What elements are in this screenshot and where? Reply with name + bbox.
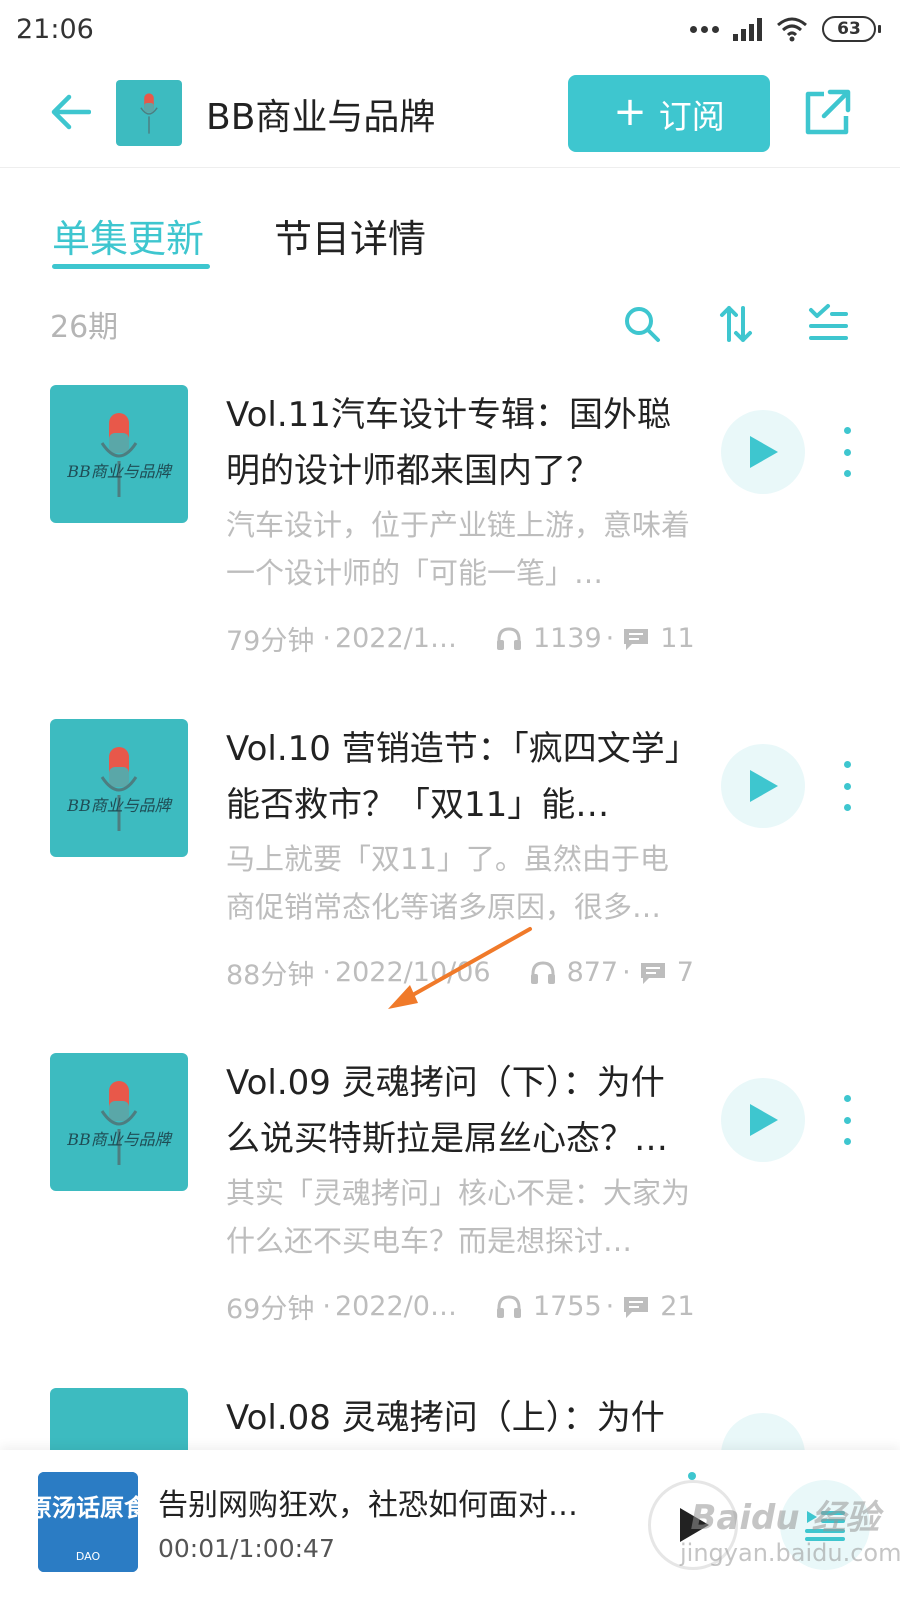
search-button[interactable] [620, 302, 664, 346]
subscribe-button[interactable]: + 订阅 [568, 75, 770, 152]
now-playing-cover-sub: DAO [76, 1550, 101, 1563]
comment-icon [624, 1296, 649, 1318]
cover-text: BB商业与品牌 [66, 462, 173, 481]
more-dots-icon [690, 25, 719, 33]
episode-duration: 88分钟 [226, 960, 315, 991]
tab-details[interactable]: 节目详情 [274, 208, 426, 263]
episode-item[interactable]: BB商业与品牌 Vol.11汽车设计专辑：国外聪明的设计师都来国内了？ 汽车设计… [0, 385, 900, 715]
subscribe-label: 订阅 [658, 96, 725, 136]
play-button[interactable] [721, 410, 805, 494]
more-button[interactable] [832, 761, 862, 811]
checklist-icon [809, 304, 848, 340]
headphones-icon [496, 1294, 521, 1318]
episode-description: 马上就要「双11」了。虽然由于电商促销常态化等诸多原因，很多… [226, 842, 669, 924]
wifi-icon [777, 17, 807, 42]
episode-cover[interactable] [50, 1388, 188, 1450]
episode-meta: 79分钟 · 2022/1… 1139 · 11 [226, 619, 706, 658]
episode-cover[interactable]: BB商业与品牌 [50, 1053, 188, 1191]
sort-icon [720, 306, 752, 342]
play-button[interactable] [721, 1413, 805, 1450]
episode-cover[interactable]: BB商业与品牌 [50, 719, 188, 857]
status-time: 21:06 [16, 14, 94, 45]
annotation-arrow [388, 927, 532, 1009]
play-icon [750, 770, 778, 802]
play-icon [750, 436, 778, 468]
episode-plays: 1755 [532, 1291, 602, 1322]
play-icon [750, 1104, 778, 1136]
cover-text: BB商业与品牌 [66, 796, 173, 815]
episode-duration: 79分钟 [226, 626, 315, 657]
status-bar: 21:06 63 [0, 0, 900, 62]
mini-play-button[interactable] [648, 1480, 738, 1570]
sort-button[interactable] [714, 302, 758, 346]
progress-indicator [688, 1472, 696, 1480]
episode-count: 26期 [50, 310, 119, 345]
mini-player: 原汤话原食 DAO 告别网购狂欢，社恐如何面对… 00:01/1:00:47 B… [0, 1450, 900, 1600]
episode-duration: 69分钟 [226, 1294, 315, 1325]
status-icons: 63 [690, 16, 881, 42]
play-icon [680, 1508, 709, 1542]
episode-date: 2022/0… [334, 1291, 457, 1322]
episode-cover[interactable]: BB商业与品牌 [50, 385, 188, 523]
comment-icon [640, 962, 665, 984]
playlist-button[interactable] [780, 1480, 870, 1570]
now-playing-time: 00:01/1:00:47 [158, 1534, 335, 1563]
episode-title[interactable]: Vol.09 灵魂拷问（下）：为什么说买特斯拉是屌丝心态？… [226, 1055, 696, 1167]
search-icon [625, 307, 660, 342]
podcast-cover[interactable] [116, 80, 182, 146]
tab-bar: 单集更新 节目详情 [0, 200, 900, 280]
episode-date: 2022/1… [334, 623, 457, 654]
header: BB商业与品牌 + 订阅 [0, 62, 900, 168]
episode-description: 其实「灵魂拷问」核心不是：大家为什么还不买电车？而是想探讨… [226, 1176, 691, 1258]
list-toolbar: 26期 [0, 296, 900, 352]
episode-plays: 1139 [532, 623, 602, 654]
episode-comments: 7 [676, 957, 694, 988]
episode-plays: 877 [566, 957, 619, 988]
episode-item[interactable]: Vol.08 灵魂拷问（上）：为什 [0, 1388, 900, 1450]
more-button[interactable] [832, 427, 862, 477]
now-playing-cover[interactable]: 原汤话原食 DAO [38, 1472, 138, 1572]
play-button[interactable] [721, 1078, 805, 1162]
episode-item[interactable]: BB商业与品牌 Vol.09 灵魂拷问（下）：为什么说买特斯拉是屌丝心态？… 其… [0, 1053, 900, 1383]
podcast-title: BB商业与品牌 [206, 97, 436, 138]
tab-episodes[interactable]: 单集更新 [52, 208, 204, 263]
episode-comments: 21 [660, 1291, 695, 1322]
episode-meta: 69分钟 · 2022/0… 1755 · 21 [226, 1287, 706, 1326]
episode-title[interactable]: Vol.11汽车设计专辑：国外聪明的设计师都来国内了？ [226, 387, 696, 499]
microphone-icon: BB商业与品牌 [66, 747, 173, 831]
microphone-icon: BB商业与品牌 [66, 1081, 173, 1165]
cover-text: BB商业与品牌 [66, 1130, 173, 1149]
back-arrow-icon [51, 94, 91, 130]
more-button[interactable] [832, 1095, 862, 1145]
episode-title[interactable]: Vol.10 营销造节：「疯四文学」能否救市？「双11」能… [226, 721, 696, 833]
episode-description: 汽车设计，位于产业链上游，意味着一个设计师的「可能一笔」… [226, 508, 691, 590]
back-button[interactable] [44, 86, 96, 138]
share-button[interactable] [800, 84, 856, 140]
microphone-icon [140, 93, 158, 134]
plus-icon: + [613, 88, 647, 135]
playlist-icon [805, 1511, 845, 1541]
comment-icon [624, 628, 649, 650]
share-icon [805, 89, 851, 135]
now-playing-cover-title: 原汤话原食 [38, 1493, 138, 1522]
signal-icon [733, 17, 762, 41]
now-playing-title[interactable]: 告别网购狂欢，社恐如何面对… [158, 1480, 598, 1524]
tab-indicator [52, 264, 210, 269]
episode-title[interactable]: Vol.08 灵魂拷问（上）：为什 [226, 1390, 696, 1450]
batch-select-button[interactable] [806, 302, 850, 346]
microphone-icon: BB商业与品牌 [66, 413, 173, 497]
play-button[interactable] [721, 744, 805, 828]
battery-icon: 63 [822, 16, 881, 42]
episode-comments: 11 [660, 623, 695, 654]
headphones-icon [496, 626, 521, 650]
